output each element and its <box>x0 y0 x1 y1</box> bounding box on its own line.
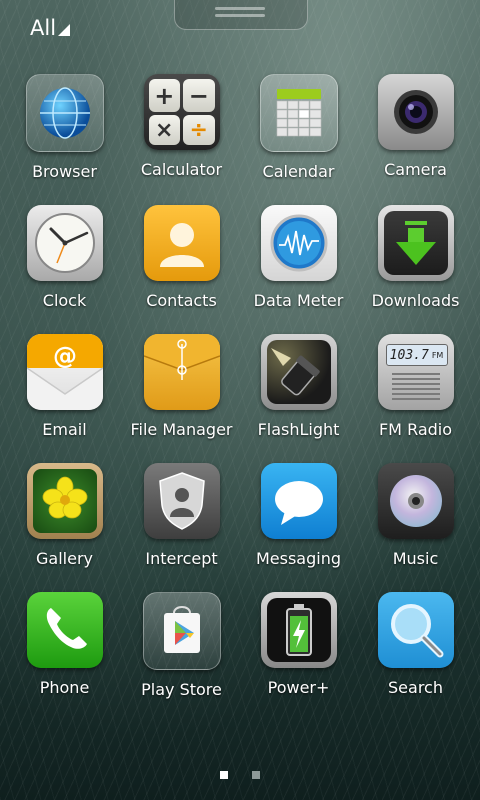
app-data-meter[interactable]: Data Meter <box>240 205 357 310</box>
handle-line <box>215 7 265 10</box>
handle-line <box>215 14 265 17</box>
app-label: Phone <box>39 678 90 697</box>
calc-plus: + <box>148 79 180 112</box>
app-label: Clock <box>42 291 87 310</box>
calc-divide: ÷ <box>183 115 215 145</box>
top-drawer-handle[interactable] <box>174 0 308 30</box>
app-calendar[interactable]: Calendar <box>240 74 357 181</box>
flashlight-icon <box>260 334 337 410</box>
app-label: Browser <box>32 162 97 181</box>
app-power-plus[interactable]: Power+ <box>240 592 357 699</box>
music-icon <box>377 463 454 539</box>
app-file-manager[interactable]: File Manager <box>123 334 240 439</box>
email-at-symbol: @ <box>53 342 77 370</box>
page-dot[interactable] <box>252 771 260 779</box>
app-camera[interactable]: Camera <box>357 74 474 181</box>
app-music[interactable]: Music <box>357 463 474 568</box>
app-search[interactable]: Search <box>357 592 474 699</box>
app-grid: Browser + − × ÷ Calculator Calendar Came… <box>0 74 480 699</box>
app-intercept[interactable]: Intercept <box>123 463 240 568</box>
app-play-store[interactable]: Play Store <box>123 592 240 699</box>
app-label: File Manager <box>130 420 233 439</box>
email-icon: @ <box>26 334 103 410</box>
app-label: Email <box>42 420 87 439</box>
app-label: Play Store <box>141 680 222 699</box>
file-manager-icon <box>143 334 220 410</box>
app-label: Messaging <box>255 549 342 568</box>
app-label: Data Meter <box>253 291 344 310</box>
app-label: Music <box>392 549 439 568</box>
phone-icon <box>26 592 103 668</box>
search-icon <box>377 592 454 668</box>
app-label: Calculator <box>140 160 223 179</box>
app-gallery[interactable]: Gallery <box>6 463 123 568</box>
filter-label: All <box>30 16 57 40</box>
app-label: FlashLight <box>257 420 340 439</box>
contacts-icon <box>143 205 220 281</box>
fm-radio-icon: 103.7 FM <box>377 334 454 410</box>
intercept-icon <box>143 463 220 539</box>
page-dot-active[interactable] <box>220 771 228 779</box>
app-label: Search <box>388 678 443 697</box>
calendar-icon <box>259 74 338 152</box>
app-label: Intercept <box>145 549 218 568</box>
app-label: Camera <box>384 160 447 179</box>
app-phone[interactable]: Phone <box>6 592 123 699</box>
app-browser[interactable]: Browser <box>6 74 123 181</box>
app-label: Contacts <box>146 291 217 310</box>
browser-globe-icon <box>25 74 104 152</box>
app-label: Downloads <box>371 291 460 310</box>
app-flashlight[interactable]: FlashLight <box>240 334 357 439</box>
data-meter-icon <box>260 205 337 281</box>
app-clock[interactable]: Clock <box>6 205 123 310</box>
clock-icon <box>26 205 103 281</box>
power-plus-icon <box>260 592 337 668</box>
app-label: Calendar <box>262 162 335 181</box>
app-messaging[interactable]: Messaging <box>240 463 357 568</box>
page-indicator <box>0 771 480 779</box>
app-filter-dropdown[interactable]: All <box>30 16 71 40</box>
app-email[interactable]: @ Email <box>6 334 123 439</box>
app-label: Gallery <box>36 549 93 568</box>
calculator-icon: + − × ÷ <box>143 74 220 150</box>
app-label: Power+ <box>267 678 330 697</box>
calc-minus: − <box>183 79 215 112</box>
messaging-icon <box>260 463 337 539</box>
app-label: FM Radio <box>378 420 453 439</box>
app-fm-radio[interactable]: 103.7 FM FM Radio <box>357 334 474 439</box>
app-contacts[interactable]: Contacts <box>123 205 240 310</box>
app-downloads[interactable]: Downloads <box>357 205 474 310</box>
camera-icon <box>377 74 454 150</box>
gallery-icon <box>26 463 103 539</box>
calc-times: × <box>148 115 180 145</box>
play-store-icon <box>142 592 221 670</box>
dropdown-triangle-icon <box>58 24 71 36</box>
app-calculator[interactable]: + − × ÷ Calculator <box>123 74 240 181</box>
downloads-icon <box>377 205 454 281</box>
